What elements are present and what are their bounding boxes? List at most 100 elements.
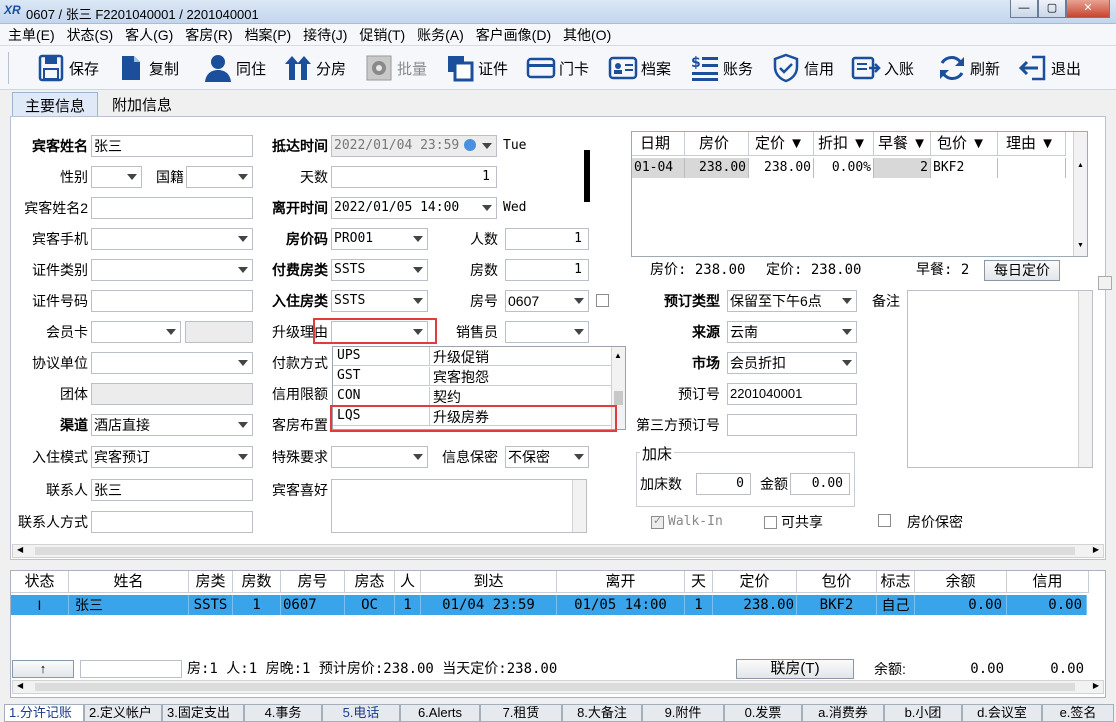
grid-header-days[interactable]: 天 (685, 571, 713, 593)
door-card-button[interactable]: 门卡 (526, 51, 589, 85)
certificate-button[interactable]: 证件 (445, 51, 508, 85)
column-header-reason[interactable]: 理由 ▼ (998, 132, 1066, 156)
minimize-button[interactable]: — (1010, 0, 1038, 18)
column-header-rate[interactable]: 房价 (685, 132, 749, 156)
grid-cell-package[interactable]: BKF2 (797, 595, 877, 615)
scroll-thumb[interactable] (35, 547, 1075, 555)
member-card-select[interactable] (91, 321, 181, 343)
special-request-select[interactable] (331, 446, 428, 468)
grid-header-departure[interactable]: 离开 (557, 571, 685, 593)
grid-cell-name[interactable]: 张三 (69, 595, 189, 615)
reservation-number-field[interactable]: 2201040001 (727, 383, 857, 405)
guest-preference-textarea[interactable] (331, 479, 587, 533)
grid-header-flag[interactable]: 标志 (877, 571, 915, 593)
panel-horizontal-scrollbar[interactable]: ◀ ▶ (12, 544, 1104, 558)
grid-cell-room-type[interactable]: SSTS (189, 595, 233, 615)
room-type-select[interactable]: SSTS (331, 290, 428, 312)
rooms-field[interactable]: 1 (505, 259, 589, 281)
menu-other[interactable]: 其他(O) (563, 24, 611, 46)
column-header-package[interactable]: 包价 ▼ (931, 132, 998, 156)
accounts-button[interactable]: $ 账务 (690, 51, 753, 85)
tab-bottom-d[interactable]: d.会议室 (962, 704, 1042, 722)
tab-bottom-3[interactable]: 3.固定支出 (162, 704, 244, 722)
id-type-select[interactable] (91, 259, 253, 281)
grid-cell-flag[interactable]: 自己 (877, 595, 915, 615)
persons-field[interactable]: 1 (505, 228, 589, 250)
grid-cell-room-no[interactable]: 0607 (281, 595, 345, 615)
list-item[interactable]: GST 宾客抱怨 (333, 367, 611, 386)
maximize-button[interactable]: ▢ (1038, 0, 1066, 18)
grid-header-credit[interactable]: 信用 (1007, 571, 1089, 593)
menu-reception[interactable]: 接待(J) (303, 24, 347, 46)
remark-scrollbar[interactable] (1078, 291, 1092, 467)
grid-header-name[interactable]: 姓名 (69, 571, 189, 593)
remark-textarea[interactable] (907, 290, 1093, 468)
credit-button[interactable]: 信用 (771, 51, 834, 85)
days-field[interactable]: 1 (331, 166, 497, 188)
menu-main[interactable]: 主单(E) (8, 24, 55, 46)
source-select[interactable]: 云南 (727, 321, 857, 343)
grid-horizontal-scrollbar[interactable]: ◀ ▶ (12, 680, 1104, 694)
market-select[interactable]: 会员折扣 (727, 352, 857, 374)
sex-select[interactable] (91, 166, 142, 188)
checkin-mode-select[interactable]: 宾客预订 (91, 446, 253, 468)
grid-cell-persons[interactable]: 1 (395, 595, 421, 615)
seller-select[interactable] (505, 321, 589, 343)
tab-bottom-1[interactable]: 1.分许记账 (4, 704, 84, 722)
tab-bottom-2[interactable]: 2.定义帐户 (84, 704, 162, 722)
booking-type-select[interactable]: 保留至下午6点 (727, 290, 857, 312)
rate-secret-checkbox[interactable] (878, 514, 891, 527)
nationality-select[interactable] (186, 166, 253, 188)
shareable-checkbox[interactable] (764, 516, 777, 529)
grid-cell-days[interactable]: 1 (685, 595, 713, 615)
cell-rate[interactable]: 238.00 (685, 158, 749, 178)
column-header-breakfast[interactable]: 早餐 ▼ (874, 132, 931, 156)
third-party-number-field[interactable] (727, 414, 857, 436)
extra-bed-count-field[interactable]: 0 (696, 473, 751, 495)
id-number-field[interactable] (91, 290, 253, 312)
tab-bottom-4[interactable]: 4.事务 (244, 704, 322, 722)
list-item[interactable]: CON 契约 (333, 387, 611, 406)
link-rooms-button[interactable]: 联房(T) (736, 659, 854, 679)
guest-name2-field[interactable] (91, 197, 253, 219)
column-header-discount[interactable]: 折扣 ▼ (814, 132, 874, 156)
cohabit-button[interactable]: 同住 (203, 51, 266, 85)
split-room-button[interactable]: 分房 (283, 51, 346, 85)
preference-scrollbar[interactable] (572, 480, 586, 532)
grid-cell-balance[interactable]: 0.00 (915, 595, 1007, 615)
grid-cell-rooms[interactable]: 1 (233, 595, 281, 615)
tab-bottom-9[interactable]: 9.附件 (642, 704, 724, 722)
tab-bottom-a[interactable]: a.消费券 (802, 704, 884, 722)
grid-cell-rate[interactable]: 238.00 (713, 595, 797, 615)
batch-button[interactable]: 批量 (364, 51, 427, 85)
mobile-select[interactable] (91, 228, 253, 250)
list-item[interactable]: UPS 升级促销 (333, 347, 611, 366)
refresh-button[interactable]: 刷新 (937, 51, 1000, 85)
grid-header-balance[interactable]: 余额 (915, 571, 1007, 593)
copy-button[interactable]: 复制 (116, 51, 179, 85)
cell-package[interactable]: BKF2 (931, 158, 998, 178)
daily-rate-button[interactable]: 每日定价 (984, 260, 1060, 281)
exit-button[interactable]: 退出 (1018, 51, 1081, 85)
grid-filter-field[interactable] (80, 660, 182, 678)
agreement-unit-select[interactable] (91, 352, 253, 374)
contact-way-field[interactable] (91, 511, 253, 533)
cell-reason[interactable] (998, 158, 1066, 178)
grid-header-arrival[interactable]: 到达 (421, 571, 557, 593)
grid-cell-room-status[interactable]: OC (345, 595, 395, 615)
scroll-thumb[interactable] (614, 391, 623, 405)
tab-bottom-b[interactable]: b.小团 (884, 704, 962, 722)
channel-select[interactable]: 酒店直接 (91, 414, 253, 436)
tab-bottom-7[interactable]: 7.租赁 (480, 704, 562, 722)
post-charge-button[interactable]: 入账 (851, 51, 914, 85)
tab-main-info[interactable]: 主要信息 (12, 92, 99, 116)
grid-header-status[interactable]: 状态 (11, 571, 69, 593)
column-header-fixed[interactable]: 定价 ▼ (749, 132, 814, 156)
grid-header-rooms[interactable]: 房数 (233, 571, 281, 593)
move-up-button[interactable]: ↑ (12, 660, 74, 678)
tab-additional-info[interactable]: 附加信息 (100, 92, 184, 116)
contact-field[interactable]: 张三 (91, 479, 253, 501)
menu-status[interactable]: 状态(S) (67, 24, 114, 46)
walkin-checkbox[interactable]: ✓ (651, 515, 664, 529)
cell-breakfast[interactable]: 2 (874, 158, 931, 178)
